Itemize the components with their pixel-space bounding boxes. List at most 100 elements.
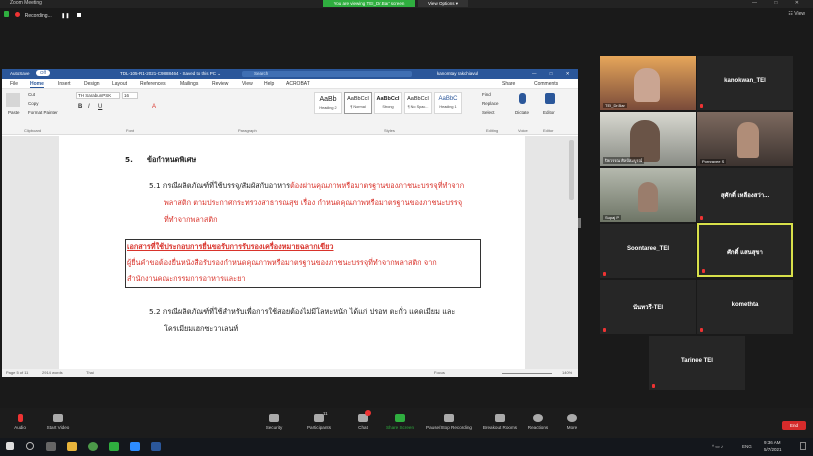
tab-layout[interactable]: Layout: [112, 81, 127, 87]
share-label: Share Screen: [385, 425, 415, 430]
tab-home[interactable]: Home: [30, 81, 44, 88]
font-color-button[interactable]: A: [152, 104, 156, 110]
share-screen-button[interactable]: Share Screen: [380, 414, 420, 430]
file-explorer-icon[interactable]: [67, 442, 77, 451]
view-button[interactable]: ☷ View: [788, 11, 805, 17]
p51-line3: ที่ทำจากพลาสติก: [164, 215, 218, 224]
participant-tile[interactable]: Tarinee TEI: [649, 336, 745, 390]
document-page[interactable]: 5. ข้อกำหนดพิเศษ 5.1 กรณีผลิตภัณฑ์ที่ใช้…: [59, 136, 525, 369]
tab-view[interactable]: View: [242, 81, 253, 87]
vertical-scrollbar[interactable]: [569, 140, 574, 200]
participant-video: [630, 120, 660, 162]
style-no-spacing[interactable]: AaBbCcI ¶ No Spac...: [404, 92, 432, 114]
style-normal[interactable]: AaBbCcI ¶ Normal: [344, 92, 372, 114]
participant-tile[interactable]: kanokwan_TEI: [697, 56, 793, 110]
paste-icon[interactable]: [6, 93, 20, 107]
cut-button[interactable]: Cut: [28, 92, 35, 97]
search-icon[interactable]: [26, 442, 34, 450]
autosave-toggle[interactable]: Off: [36, 70, 50, 76]
breakout-rooms-icon: [495, 414, 505, 422]
zoom-slider[interactable]: [502, 373, 552, 374]
italic-button[interactable]: I: [88, 104, 90, 110]
input-language[interactable]: ENG: [742, 444, 752, 449]
paste-button[interactable]: Paste: [8, 110, 20, 115]
editor-button[interactable]: Editor: [543, 110, 555, 115]
chrome-icon[interactable]: [88, 442, 98, 451]
participant-name: Pornravee S: [700, 159, 727, 164]
breakout-rooms-button[interactable]: Breakout Rooms: [478, 414, 522, 430]
tab-insert[interactable]: Insert: [58, 81, 71, 87]
audio-button[interactable]: Audio: [0, 414, 40, 430]
security-button[interactable]: Security: [254, 414, 294, 430]
participants-button[interactable]: Participants: [299, 414, 339, 430]
style-name: Heading 1: [439, 105, 457, 109]
participant-tile[interactable]: นันทวรี-TEI: [600, 280, 696, 334]
style-preview: AaBbCcI: [407, 96, 429, 102]
tab-design[interactable]: Design: [84, 81, 100, 87]
window-controls[interactable]: — □ ✕: [752, 0, 807, 6]
splitter-handle[interactable]: [578, 218, 581, 228]
share-button[interactable]: Share: [502, 81, 515, 87]
participant-tile[interactable]: Supaj P: [600, 168, 696, 222]
word-icon[interactable]: [151, 442, 161, 451]
tab-file[interactable]: File: [10, 81, 18, 87]
editor-icon[interactable]: [545, 93, 555, 104]
style-heading-2[interactable]: AaBb Heading 2: [314, 92, 342, 114]
style-preview: AaBbCcI: [376, 96, 400, 102]
dictate-button[interactable]: Dictate: [515, 110, 529, 115]
tab-mailings[interactable]: Mailings: [180, 81, 198, 87]
task-view-icon[interactable]: [46, 442, 56, 451]
search-input[interactable]: Search: [242, 71, 412, 77]
tab-acrobat[interactable]: ACROBAT: [286, 81, 310, 87]
muted-mic-icon: [652, 384, 655, 388]
replace-button[interactable]: Replace: [482, 101, 499, 106]
focus-button[interactable]: Focus: [434, 370, 445, 375]
participant-tile[interactable]: Pornravee S: [697, 112, 793, 166]
participant-name: นันทวรี-TEI: [632, 305, 664, 311]
tab-references[interactable]: References: [140, 81, 166, 87]
line-icon[interactable]: [109, 442, 119, 451]
notifications-icon[interactable]: [800, 442, 806, 450]
participant-tile[interactable]: Soontaree_TEI: [600, 224, 696, 278]
microphone-icon[interactable]: [519, 93, 526, 104]
heading-number: 5.: [125, 155, 133, 164]
windows-start-icon[interactable]: [6, 442, 14, 450]
participant-tile[interactable]: komethta: [697, 280, 793, 334]
start-video-button[interactable]: Start Video: [38, 414, 78, 430]
select-button[interactable]: Select: [482, 110, 495, 115]
font-size-select[interactable]: 16: [122, 92, 138, 99]
participant-tile[interactable]: TEI_Dr.Bar: [600, 56, 696, 110]
participant-video: [634, 68, 660, 102]
font-name-select[interactable]: TH SarabunPSK: [76, 92, 120, 99]
zoom-icon[interactable]: [130, 442, 140, 451]
document-area: 5. ข้อกำหนดพิเศษ 5.1 กรณีผลิตภัณฑ์ที่ใช้…: [2, 136, 578, 369]
find-button[interactable]: Find: [482, 92, 491, 97]
stop-icon[interactable]: [76, 13, 81, 17]
chat-button[interactable]: Chat: [343, 414, 383, 430]
zoom-level: 140%: [562, 370, 573, 375]
end-meeting-button[interactable]: End: [782, 421, 806, 430]
active-speaker-tile[interactable]: ศักดิ์ แสนสุขา: [697, 223, 793, 277]
bold-button[interactable]: B: [78, 104, 82, 110]
tab-help[interactable]: Help: [264, 81, 274, 87]
style-strong[interactable]: AaBbCcI Strong: [374, 92, 402, 114]
copy-button[interactable]: Copy: [28, 101, 39, 106]
view-options-button[interactable]: View Options ▾: [418, 0, 468, 7]
participant-name: Tarinee TEI: [681, 358, 713, 364]
muted-mic-icon: [17, 414, 23, 422]
word-window-controls[interactable]: — □ ✕: [532, 71, 576, 77]
word-statusbar: Page 5 of 11 2914 words Thai Focus 140%: [2, 369, 578, 377]
tab-review[interactable]: Review: [212, 81, 228, 87]
participant-name: สุศักดิ์ เหลืองสว่า...: [720, 193, 770, 199]
format-painter-button[interactable]: Format Painter: [28, 110, 58, 115]
more-button[interactable]: More: [552, 414, 592, 430]
comments-button[interactable]: Comments: [534, 81, 558, 87]
heading: ข้อกำหนดพิเศษ: [147, 155, 197, 164]
participant-tile[interactable]: สุศักดิ์ เหลืองสว่า...: [697, 168, 793, 222]
pause-icon[interactable]: ❚❚: [61, 13, 69, 19]
participant-tile[interactable]: ปิยวรรณ ศิลป์สมบูรณ์: [600, 112, 696, 166]
tray-icons[interactable]: ^ ▭ ♪: [712, 444, 723, 450]
style-heading-1[interactable]: AaBbC Heading 1: [434, 92, 462, 114]
underline-button[interactable]: U: [98, 104, 102, 110]
pause-stop-recording-button[interactable]: Pause/Stop Recording: [423, 414, 475, 430]
